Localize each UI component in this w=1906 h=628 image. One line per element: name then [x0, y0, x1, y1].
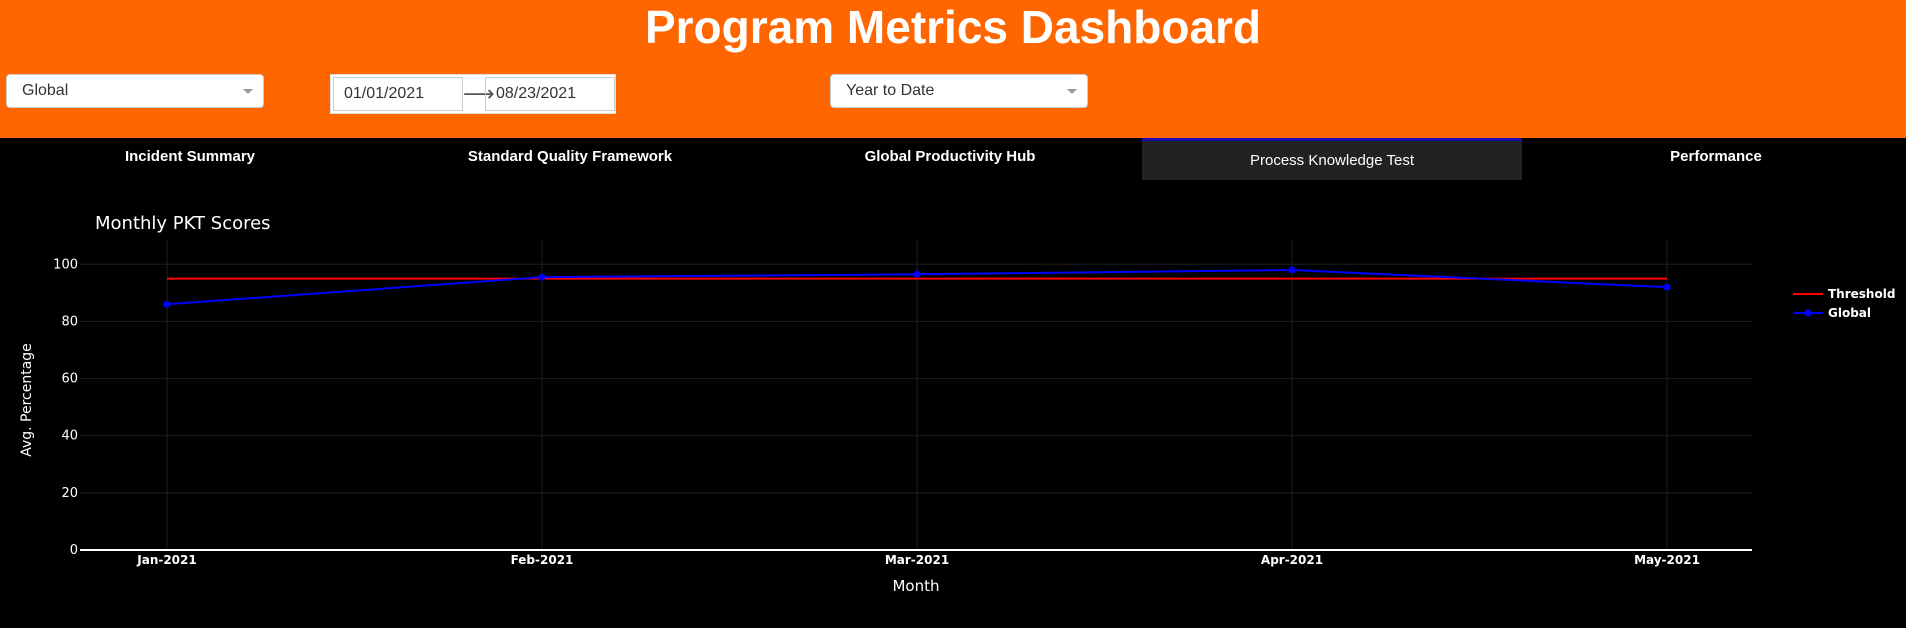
y-tick-label: 100 [53, 257, 78, 272]
chevron-down-icon[interactable] [1067, 89, 1077, 94]
legend-marker-global [1804, 309, 1812, 317]
region-dropdown-value: Global [22, 82, 69, 99]
y-tick-label: 80 [61, 314, 78, 329]
chevron-down-icon[interactable] [243, 89, 253, 94]
data-point-global [538, 273, 546, 281]
y-axis-title: Avg. Percentage [19, 343, 35, 457]
data-point-global [913, 270, 921, 278]
header-bar: Program Metrics Dashboard Global 01/01/2… [0, 0, 1906, 138]
region-dropdown[interactable]: Global [6, 74, 264, 108]
legend-label-threshold: Threshold [1828, 287, 1895, 301]
y-tick-label: 20 [61, 486, 78, 501]
period-dropdown[interactable]: Year to Date [830, 74, 1088, 108]
start-date-input[interactable]: 01/01/2021 [333, 77, 463, 111]
x-tick-label: Apr-2021 [1261, 553, 1323, 567]
data-point-global [1288, 266, 1296, 274]
data-point-global [1663, 283, 1671, 291]
tab-process-knowledge-test[interactable]: Process Knowledge Test [1142, 138, 1522, 180]
tab-global-productivity-hub[interactable]: Global Productivity Hub [760, 138, 1140, 178]
date-range-picker: 01/01/2021 ⟶ 08/23/2021 [330, 74, 616, 114]
y-tick-label: 40 [61, 429, 78, 444]
tab-standard-quality-framework[interactable]: Standard Quality Framework [380, 138, 760, 178]
data-point-global [163, 300, 171, 308]
x-tick-label: May-2021 [1634, 553, 1700, 567]
tab-bar: Incident Summary Standard Quality Framew… [0, 138, 1906, 180]
tab-performance[interactable]: Performance [1526, 138, 1906, 178]
end-date-input[interactable]: 08/23/2021 [485, 77, 615, 111]
x-tick-label: Jan-2021 [136, 553, 196, 567]
pkt-line-chart: Monthly PKT Scores 0 20 40 60 80 100 Jan-2021 Fe… [19, 213, 1895, 595]
tab-incident-summary[interactable]: Incident Summary [0, 138, 380, 178]
x-tick-label: Feb-2021 [511, 553, 574, 567]
arrow-right-icon: ⟶ [463, 81, 495, 106]
page-title: Program Metrics Dashboard [644, 1, 1262, 53]
period-dropdown-value: Year to Date [846, 82, 935, 99]
x-tick-label: Mar-2021 [885, 553, 949, 567]
legend-label-global: Global [1828, 306, 1871, 320]
y-tick-label: 0 [70, 543, 78, 558]
chart-title: Monthly PKT Scores [95, 213, 271, 234]
y-tick-label: 60 [61, 372, 78, 387]
x-axis-title: Month [892, 577, 939, 595]
